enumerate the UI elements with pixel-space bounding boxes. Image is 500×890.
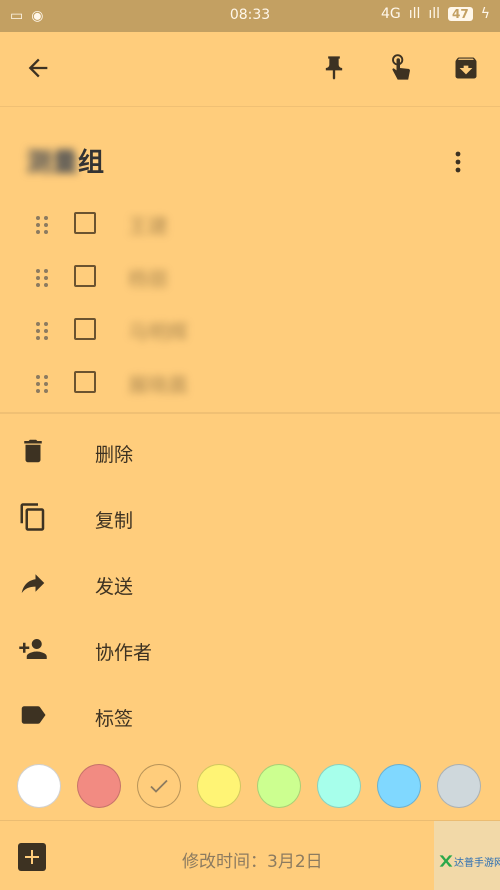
watermark-logo-icon bbox=[439, 855, 453, 867]
color-swatch-blue[interactable] bbox=[377, 764, 421, 808]
menu-label: 协作者 bbox=[95, 642, 153, 664]
pin-icon[interactable] bbox=[320, 54, 348, 82]
arrow-left-icon[interactable] bbox=[24, 54, 52, 82]
menu-item-collaborator[interactable]: 协作者 bbox=[0, 616, 500, 682]
menu-label: 删除 bbox=[95, 444, 134, 466]
note-title-suffix: 组 bbox=[78, 148, 105, 178]
note-title[interactable]: 测量组 bbox=[26, 142, 104, 179]
color-swatch-teal[interactable] bbox=[317, 764, 361, 808]
reminder-hand-icon[interactable] bbox=[386, 54, 414, 82]
trash-icon bbox=[24, 439, 42, 463]
checklist-item[interactable]: 王建 bbox=[0, 200, 500, 250]
watermark-text: 达普手游网 bbox=[454, 858, 500, 869]
check-icon bbox=[150, 779, 168, 793]
add-person-icon bbox=[19, 639, 47, 659]
label-icon bbox=[21, 706, 46, 724]
item-text[interactable]: 马明辉 bbox=[128, 316, 188, 345]
item-checkbox[interactable] bbox=[74, 318, 96, 340]
share-icon bbox=[21, 574, 45, 593]
menu-item-copy[interactable]: 复制 bbox=[0, 484, 500, 550]
modified-time: 修改时间：3月2日 bbox=[182, 852, 323, 872]
menu-item-send[interactable]: 发送 bbox=[0, 550, 500, 616]
signal-icon-2: ıll bbox=[428, 6, 441, 22]
item-text[interactable]: 王建 bbox=[128, 210, 168, 239]
color-swatch-gray[interactable] bbox=[437, 764, 481, 808]
drag-handle-icon[interactable] bbox=[34, 267, 50, 289]
drag-handle-icon[interactable] bbox=[34, 373, 50, 395]
item-checkbox[interactable] bbox=[74, 212, 96, 234]
item-checkbox[interactable] bbox=[74, 265, 96, 287]
color-swatch-yellow[interactable] bbox=[197, 764, 241, 808]
drag-handle-icon[interactable] bbox=[34, 320, 50, 342]
menu-label: 标签 bbox=[95, 708, 134, 730]
watermark: 达普手游网 bbox=[434, 821, 500, 890]
color-swatch-orange-selected[interactable] bbox=[137, 764, 181, 808]
color-swatch-green[interactable] bbox=[257, 764, 301, 808]
color-palette bbox=[0, 762, 500, 812]
menu-label: 复制 bbox=[95, 510, 134, 532]
color-swatch-red[interactable] bbox=[77, 764, 121, 808]
copy-icon bbox=[20, 503, 45, 531]
archive-icon[interactable] bbox=[452, 54, 480, 82]
note-title-blurred: 测量 bbox=[26, 148, 79, 178]
network-type: 4G bbox=[380, 6, 401, 22]
signal-icon: ıll bbox=[408, 6, 421, 22]
drag-handle-icon[interactable] bbox=[34, 214, 50, 236]
menu-item-label[interactable]: 标签 bbox=[0, 682, 500, 748]
charging-icon: ϟ bbox=[480, 6, 490, 22]
note-toolbar bbox=[0, 32, 500, 107]
checklist-item[interactable]: 展晓晨 bbox=[0, 359, 500, 409]
menu-label: 发送 bbox=[95, 576, 134, 598]
checklist-item[interactable]: 杨丽 bbox=[0, 253, 500, 303]
item-text[interactable]: 展晓晨 bbox=[128, 369, 188, 398]
add-button[interactable] bbox=[18, 843, 46, 871]
menu-item-delete[interactable]: 删除 bbox=[0, 418, 500, 484]
status-bar: ▭ ◉ 08:33 4G ıll ıll 47 ϟ bbox=[0, 0, 500, 32]
status-right: 4G ıll ıll 47 ϟ bbox=[381, 6, 490, 22]
checklist-item[interactable]: 马明辉 bbox=[0, 306, 500, 356]
note-title-row: 测量组 bbox=[0, 138, 500, 188]
battery-level: 47 bbox=[448, 7, 473, 21]
section-divider bbox=[0, 412, 500, 414]
item-text[interactable]: 杨丽 bbox=[128, 263, 168, 292]
plus-icon bbox=[25, 850, 39, 864]
item-checkbox[interactable] bbox=[74, 371, 96, 393]
color-swatch-white[interactable] bbox=[17, 764, 61, 808]
bottom-bar: 修改时间：3月2日 达普手游网 bbox=[0, 820, 500, 890]
more-vertical-icon[interactable] bbox=[446, 148, 470, 176]
